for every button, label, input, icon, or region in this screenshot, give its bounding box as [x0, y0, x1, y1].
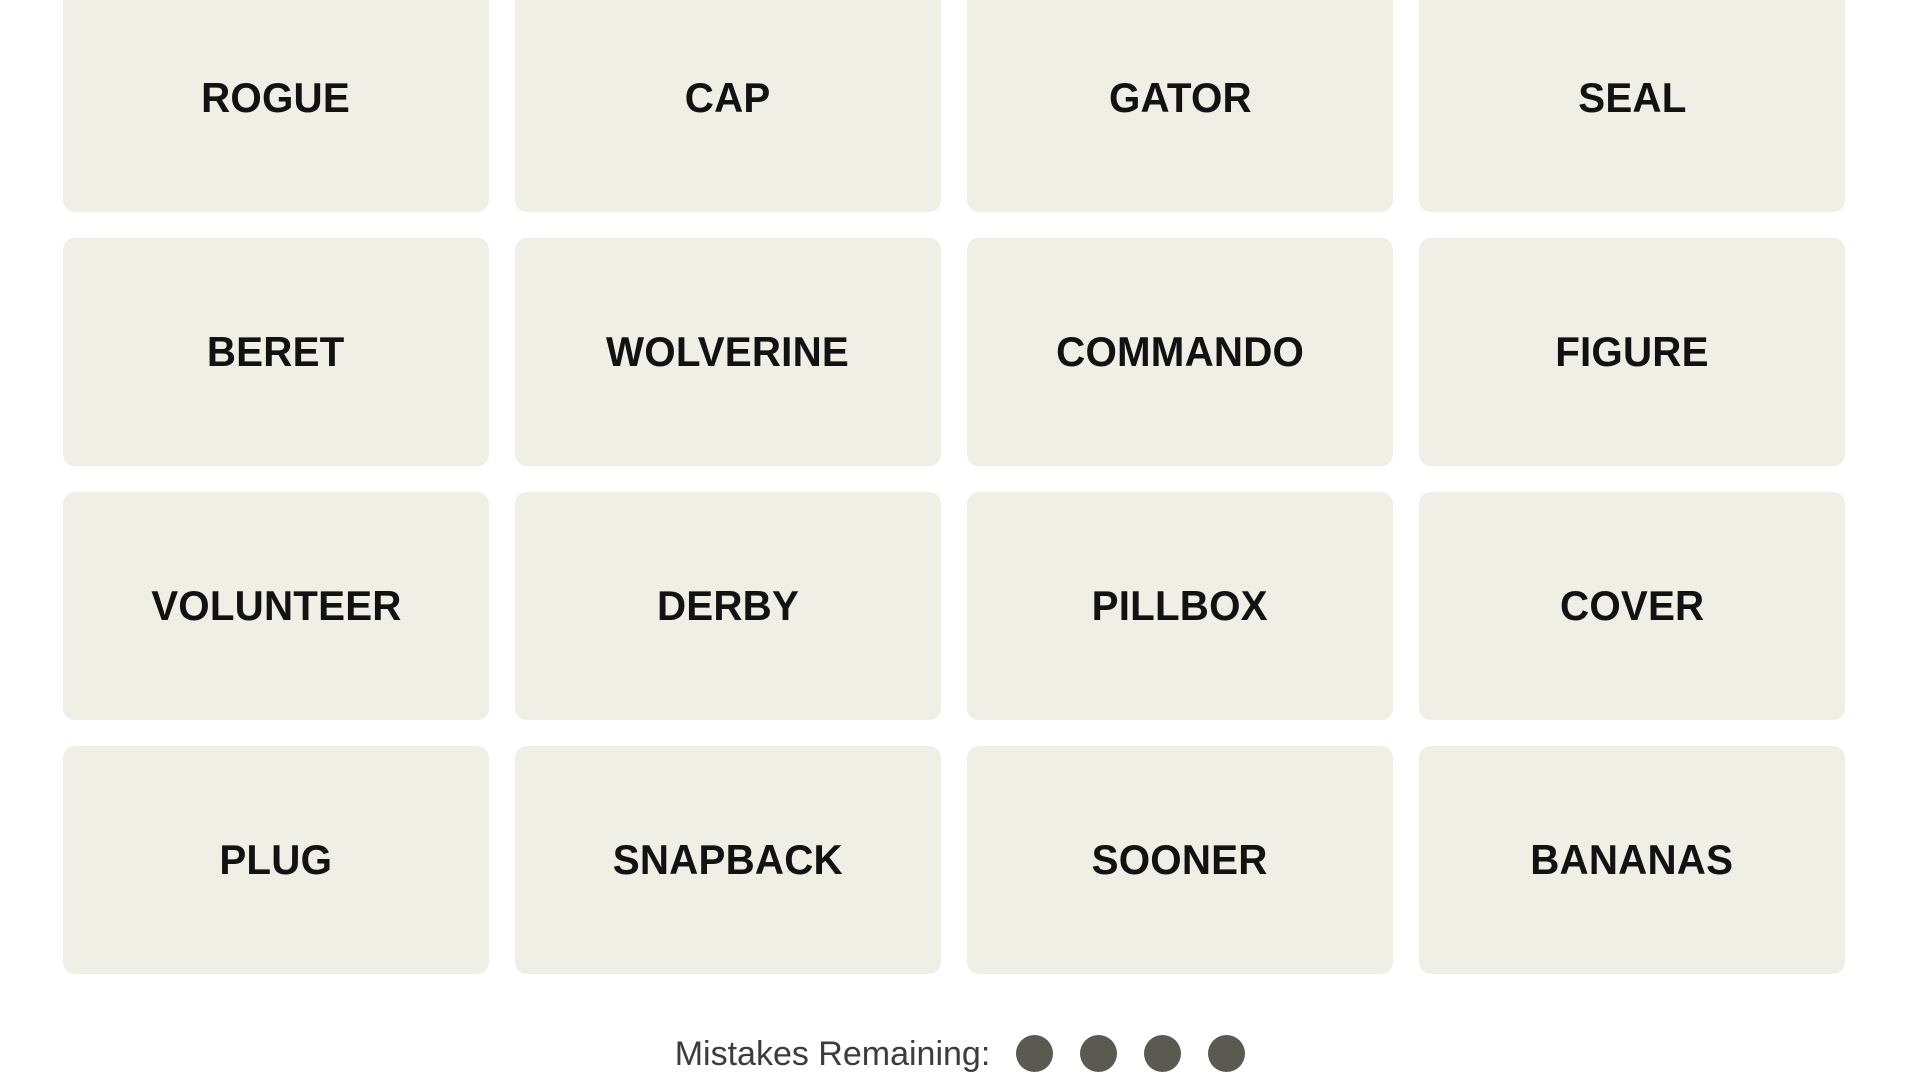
mistakes-remaining-label: Mistakes Remaining: [674, 1034, 991, 1073]
word-tile-label: COVER [1559, 582, 1705, 629]
mistake-dot-1 [1016, 1035, 1054, 1072]
word-tile-label: ROGUE [201, 74, 351, 121]
mistake-dot-3 [1144, 1035, 1182, 1072]
mistake-dot-2 [1080, 1035, 1118, 1072]
ghost-cell [967, 972, 1393, 1002]
word-tile[interactable]: ROGUE [63, 0, 489, 212]
word-tile[interactable]: WOLVERINE [515, 238, 941, 466]
word-tile[interactable]: CAP [515, 0, 941, 212]
word-tile[interactable]: BANANAS [1419, 746, 1845, 974]
word-tile[interactable]: SNAPBACK [515, 746, 941, 974]
word-tile-label: BERET [207, 328, 345, 375]
word-tile-label: VOLUNTEER [150, 582, 402, 629]
word-grid: ROGUE CAP GATOR SEAL BERET WOLVERINE COMMANDO F… [63, 0, 1845, 974]
word-tile-label: BANANAS [1530, 836, 1734, 883]
word-tile[interactable]: COMMANDO [967, 238, 1393, 466]
word-tile-label: FIGURE [1555, 328, 1709, 375]
ghost-cell [1419, 972, 1845, 1002]
ghost-cell [515, 972, 941, 1002]
word-tile[interactable]: SOONER [967, 746, 1393, 974]
word-tile-label: SNAPBACK [612, 836, 844, 883]
ghost-text-artifact [63, 972, 1845, 1002]
word-tile[interactable]: FIGURE [1419, 238, 1845, 466]
word-tile[interactable]: PILLBOX [967, 492, 1393, 720]
ghost-cell [63, 972, 489, 1002]
word-tile-label: SOONER [1092, 836, 1268, 883]
mistakes-remaining-dots [1016, 1035, 1246, 1072]
word-tile-label: SEAL [1577, 74, 1687, 121]
word-tile-label: WOLVERINE [606, 328, 850, 375]
mistake-dot-4 [1208, 1035, 1246, 1072]
word-tile[interactable]: SEAL [1419, 0, 1845, 212]
word-tile[interactable]: DERBY [515, 492, 941, 720]
word-tile-label: COMMANDO [1056, 328, 1304, 375]
word-tile-label: GATOR [1108, 74, 1252, 121]
mistakes-remaining-row: Mistakes Remaining: [0, 1035, 1920, 1072]
word-tile-label: DERBY [656, 582, 800, 629]
word-tile-label: CAP [685, 74, 771, 121]
word-tile[interactable]: COVER [1419, 492, 1845, 720]
word-tile-label: PILLBOX [1091, 582, 1269, 629]
word-tile[interactable]: BERET [63, 238, 489, 466]
connections-game-screen: ROGUE CAP GATOR SEAL BERET WOLVERINE COMMANDO F… [0, 0, 1920, 1080]
word-tile[interactable]: VOLUNTEER [63, 492, 489, 720]
word-tile[interactable]: GATOR [967, 0, 1393, 212]
word-tile[interactable]: PLUG [63, 746, 489, 974]
word-tile-label: PLUG [219, 836, 333, 883]
